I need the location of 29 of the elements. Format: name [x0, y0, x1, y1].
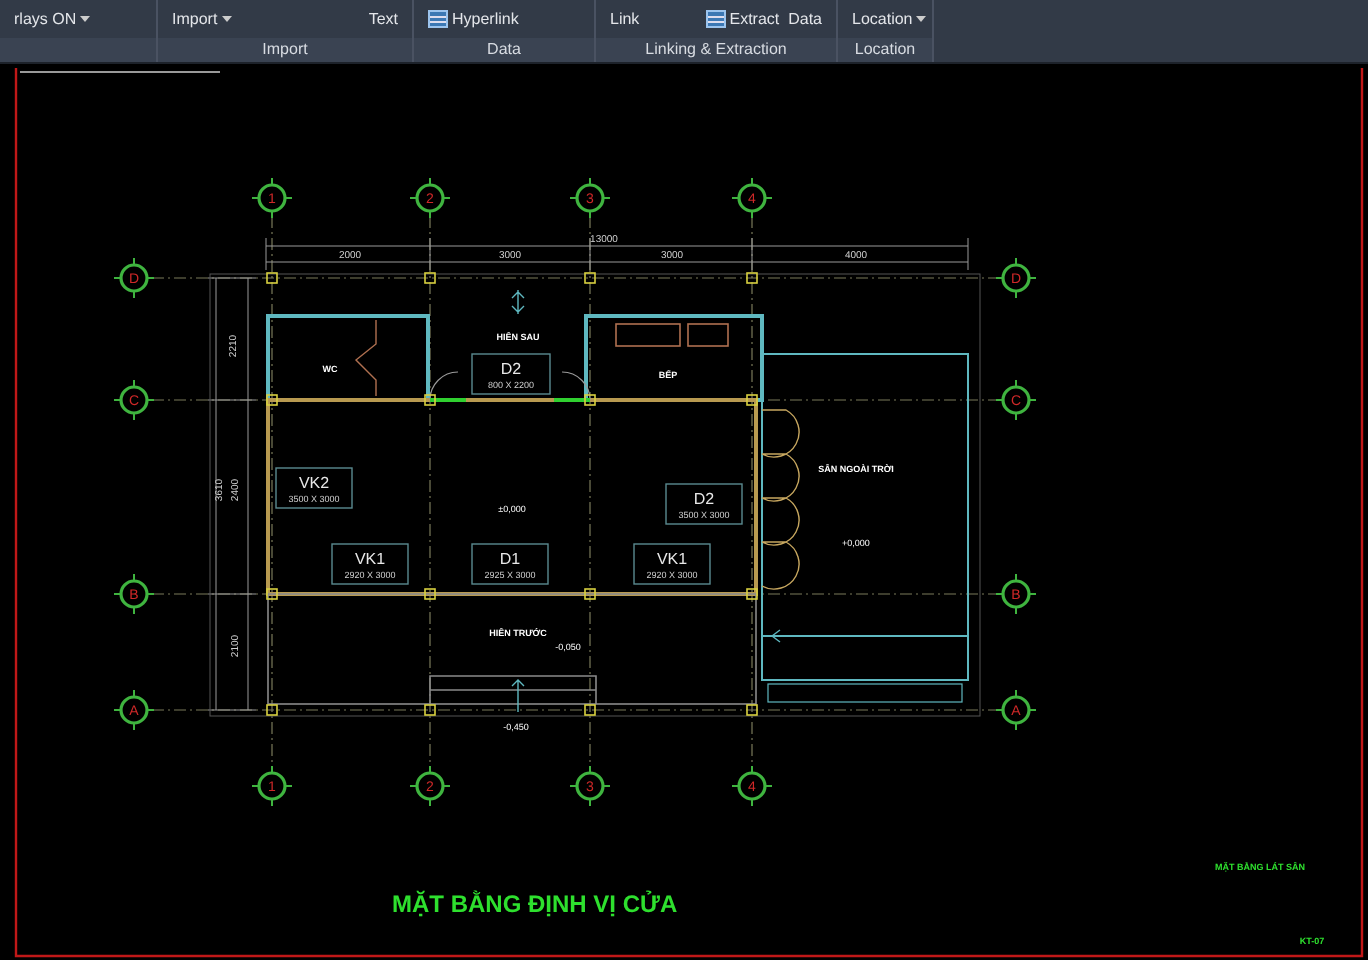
ribbon-button[interactable]: Import — [170, 10, 234, 28]
opening-code: D2 — [693, 490, 715, 508]
ribbon-button[interactable]: Text — [366, 10, 400, 28]
tag-frame — [665, 483, 743, 525]
tag-frame — [471, 543, 549, 585]
tag-frame — [633, 543, 711, 585]
opening-code: VK1 — [656, 550, 688, 568]
table-icon — [705, 10, 726, 28]
panel-label: Import — [158, 38, 412, 62]
ribbon-button[interactable]: rlays ON — [12, 10, 93, 28]
panel-label: Data — [414, 38, 594, 62]
opening-code: D1 — [499, 550, 521, 568]
tag-frame — [471, 353, 551, 395]
caret-icon — [221, 15, 232, 23]
caret-icon — [916, 15, 927, 23]
table-icon — [428, 10, 448, 28]
opening-code: VK1 — [354, 550, 386, 568]
ribbon-button[interactable]: Extract Data — [703, 10, 824, 28]
ribbon-button[interactable]: Location — [850, 10, 929, 28]
ribbon-button[interactable]: Link — [608, 10, 642, 28]
panel-label: Location — [838, 38, 932, 62]
tag-frame — [331, 543, 409, 585]
drawing-title: MẶT BẰNG ĐỊNH VỊ CỬA — [392, 890, 678, 918]
caret-icon — [80, 15, 91, 23]
opening-code: VK2 — [298, 474, 330, 492]
ribbon-button[interactable]: Hyperlink — [426, 10, 521, 28]
tag-frame — [275, 467, 353, 509]
opening-code: D2 — [500, 360, 522, 378]
panel-label: Linking & Extraction — [596, 38, 836, 62]
